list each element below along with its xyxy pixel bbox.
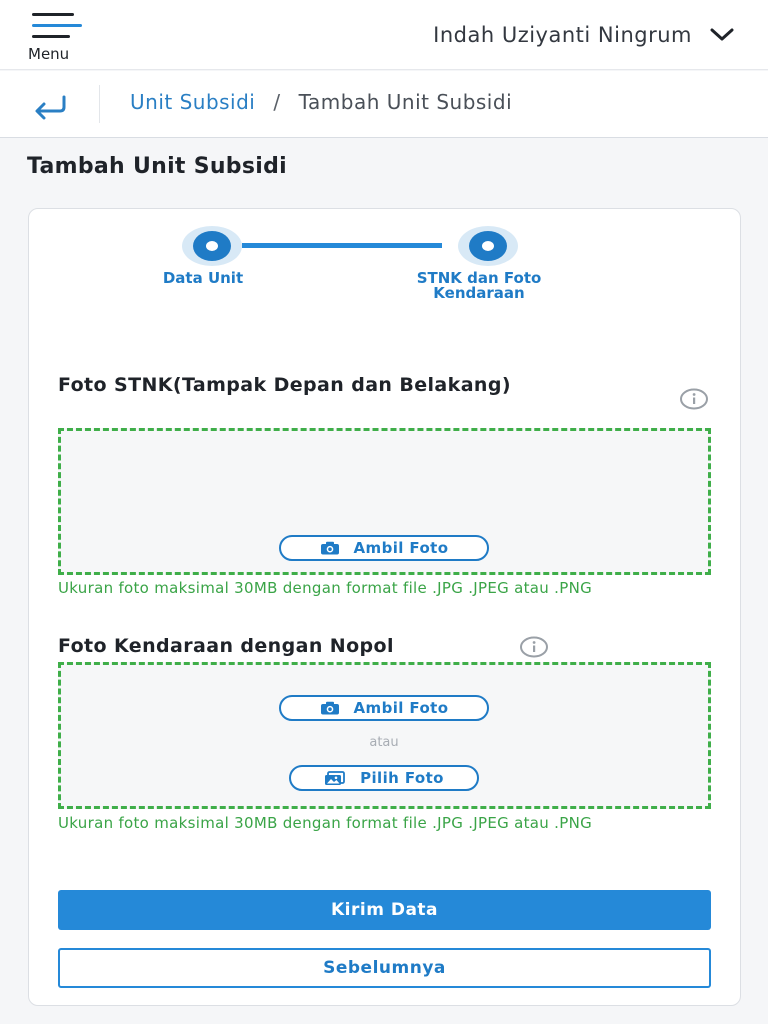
back-button[interactable] xyxy=(28,89,72,121)
gallery-icon xyxy=(325,770,346,785)
or-separator: atau xyxy=(369,735,399,750)
top-header: Menu Indah Uziyanti Ningrum xyxy=(0,0,768,70)
stnk-photo-label: Foto STNK(Tampak Depan dan Belakang) xyxy=(58,374,511,396)
back-arrow-icon xyxy=(35,95,66,120)
chevron-down-icon xyxy=(710,28,734,41)
submit-button[interactable]: Kirim Data xyxy=(58,890,711,930)
hamburger-icon-line xyxy=(32,24,82,27)
take-photo-label: Ambil Foto xyxy=(353,539,449,557)
user-dropdown[interactable]: Indah Uziyanti Ningrum xyxy=(433,20,734,50)
vehicle-photo-label: Foto Kendaraan dengan Nopol xyxy=(58,635,394,657)
step-indicator-data-unit xyxy=(182,226,242,266)
vehicle-take-photo-button[interactable]: Ambil Foto xyxy=(279,695,489,721)
camera-icon xyxy=(320,701,339,715)
stepper-connector xyxy=(242,243,442,248)
page-title: Tambah Unit Subsidi xyxy=(27,154,287,179)
breadcrumb-separator: / xyxy=(273,90,281,114)
breadcrumb-bar: Unit Subsidi / Tambah Unit Subsidi xyxy=(0,71,768,138)
previous-button[interactable]: Sebelumnya xyxy=(58,948,711,988)
step-label-stnk: STNK dan Foto Kendaraan xyxy=(416,269,542,302)
vehicle-size-hint: Ukuran foto maksimal 30MB dengan format … xyxy=(58,814,593,832)
form-card: Data Unit STNK dan Foto Kendaraan Foto S… xyxy=(28,208,741,1006)
choose-photo-label: Pilih Foto xyxy=(360,769,444,787)
user-name: Indah Uziyanti Ningrum xyxy=(433,23,692,47)
menu-label: Menu xyxy=(28,45,70,63)
breadcrumb: Unit Subsidi / Tambah Unit Subsidi xyxy=(130,90,512,114)
stnk-take-photo-button[interactable]: Ambil Foto xyxy=(279,535,489,561)
info-icon[interactable] xyxy=(679,388,709,410)
info-icon[interactable] xyxy=(519,636,549,658)
stnk-size-hint: Ukuran foto maksimal 30MB dengan format … xyxy=(58,579,593,597)
breadcrumb-divider xyxy=(99,85,100,123)
menu-button[interactable]: Menu xyxy=(24,10,88,64)
take-photo-label: Ambil Foto xyxy=(353,699,449,717)
step-indicator-stnk xyxy=(458,226,518,266)
breadcrumb-link-unit-subsidi[interactable]: Unit Subsidi xyxy=(130,90,255,114)
camera-icon xyxy=(320,541,339,555)
hamburger-icon-line xyxy=(32,35,70,38)
step-label-data-unit: Data Unit xyxy=(162,269,244,287)
hamburger-icon xyxy=(32,13,74,16)
vehicle-choose-photo-button[interactable]: Pilih Foto xyxy=(289,765,479,791)
breadcrumb-current: Tambah Unit Subsidi xyxy=(298,90,513,114)
